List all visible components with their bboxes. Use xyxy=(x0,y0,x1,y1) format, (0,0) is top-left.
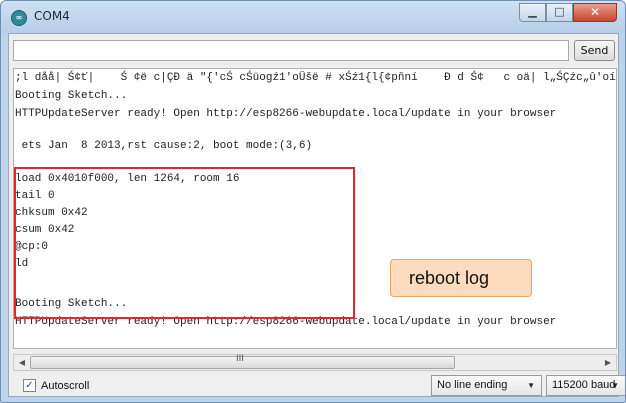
serial-monitor-window: ∞ COM4 ▁ □ ✕ Send ;l dåå| Ś¢ť| Ś ¢ë c|ÇÐ… xyxy=(0,0,626,403)
console-line: ets Jan 8 2013,rst cause:2, boot mode:(3… xyxy=(15,140,313,152)
line-ending-value: No line ending xyxy=(437,379,508,391)
window-title: COM4 xyxy=(34,9,70,23)
maximize-icon: □ xyxy=(554,5,565,18)
chevron-down-icon: ▼ xyxy=(527,381,535,390)
scroll-right-icon[interactable]: ▶ xyxy=(600,355,616,370)
title-bar: ∞ COM4 ▁ □ ✕ xyxy=(1,1,625,33)
console-line: ;l dåå| Ś¢ť| Ś ¢ë c|ÇÐ ä "{'cŚ cŚüogź1'o… xyxy=(15,72,616,84)
send-button[interactable]: Send xyxy=(574,40,615,61)
chevron-down-icon: ▼ xyxy=(611,381,619,390)
maximize-button[interactable]: □ xyxy=(546,3,573,22)
baud-rate-value: 115200 baud xyxy=(552,379,616,391)
send-input[interactable] xyxy=(13,40,569,61)
autoscroll-checkbox[interactable]: ✓ xyxy=(23,379,36,392)
window-controls: ▁ □ ✕ xyxy=(519,3,617,22)
horizontal-scrollbar[interactable]: ◀ III ▶ xyxy=(13,354,617,371)
reboot-log-callout: reboot log xyxy=(390,259,532,297)
close-button[interactable]: ✕ xyxy=(573,3,617,22)
autoscroll-label: Autoscroll xyxy=(41,379,90,392)
scrollbar-thumb[interactable]: III xyxy=(30,354,455,369)
console-line: HTTPUpdateServer ready! Open http://esp8… xyxy=(15,108,557,120)
minimize-icon: ▁ xyxy=(528,5,537,18)
console-line: Booting Sketch... xyxy=(15,90,128,102)
callout-label: reboot log xyxy=(409,268,490,288)
arduino-icon: ∞ xyxy=(11,10,27,26)
baud-rate-select[interactable]: 115200 baud ▼ xyxy=(546,375,625,396)
line-ending-select[interactable]: No line ending ▼ xyxy=(431,375,542,396)
close-icon: ✕ xyxy=(589,5,601,19)
minimize-button[interactable]: ▁ xyxy=(519,3,546,22)
autoscroll-toggle[interactable]: ✓ Autoscroll xyxy=(23,379,89,392)
serial-monitor-body: Send ;l dåå| Ś¢ť| Ś ¢ë c|ÇÐ ä "{'cŚ cŚüo… xyxy=(8,33,625,397)
reboot-log-highlight xyxy=(14,167,355,319)
serial-output[interactable]: ;l dåå| Ś¢ť| Ś ¢ë c|ÇÐ ä "{'cŚ cŚüogź1'o… xyxy=(13,68,617,349)
scroll-grip: III xyxy=(236,354,244,364)
scroll-left-icon[interactable]: ◀ xyxy=(14,355,30,370)
